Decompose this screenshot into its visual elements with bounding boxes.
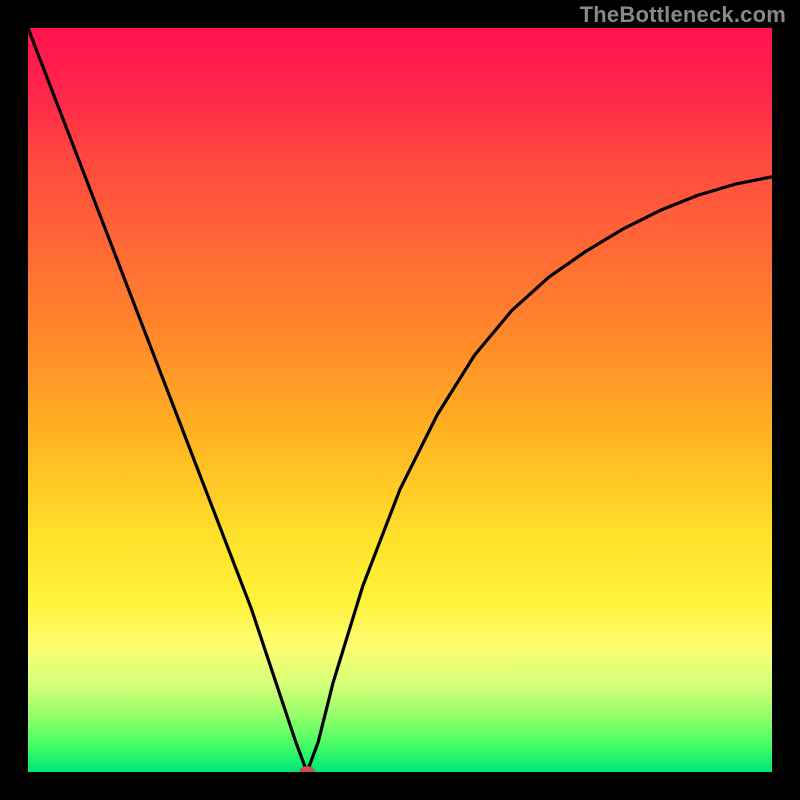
bottleneck-curve (28, 28, 772, 772)
plot-area (28, 28, 772, 772)
minimum-marker-dot (300, 766, 314, 772)
watermark-text: TheBottleneck.com (580, 2, 786, 28)
chart-frame: TheBottleneck.com (0, 0, 800, 800)
